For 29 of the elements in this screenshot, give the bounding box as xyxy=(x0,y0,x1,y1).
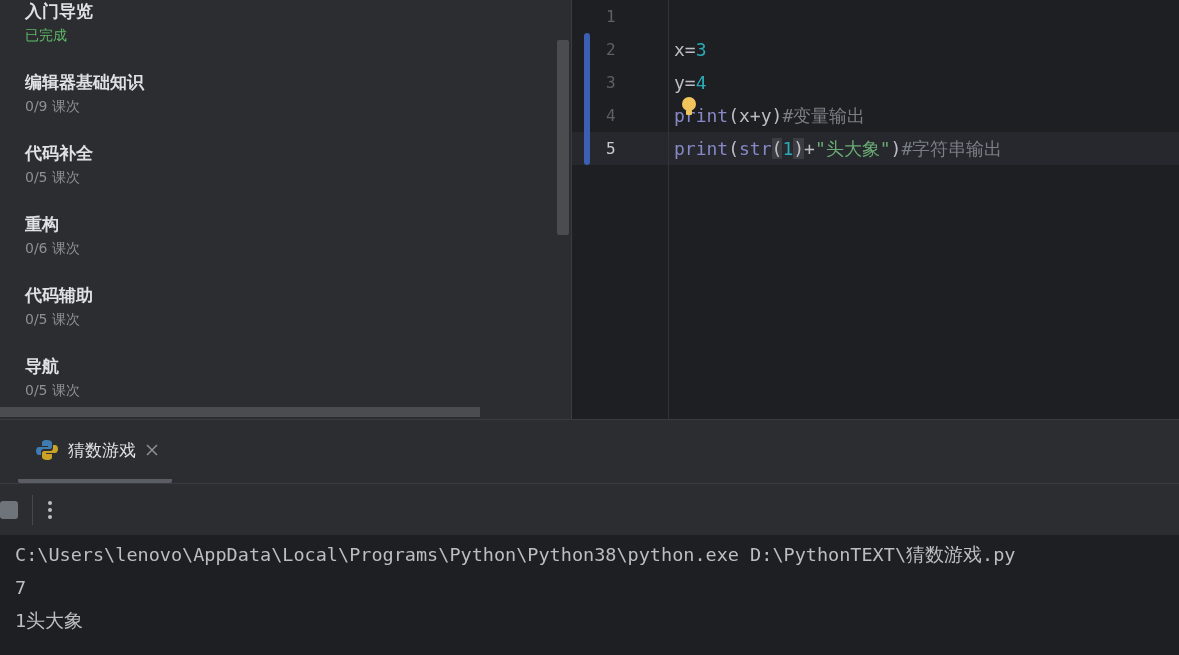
python-icon xyxy=(36,439,58,461)
code-line[interactable]: x=3 xyxy=(674,39,707,60)
lesson-title[interactable]: 代码补全 xyxy=(25,142,571,165)
console-output-line: 1头大象 xyxy=(15,609,85,633)
code-line[interactable]: y=4 xyxy=(674,72,707,93)
line-number: 5 xyxy=(606,139,616,158)
lesson-title[interactable]: 编辑器基础知识 xyxy=(25,71,571,94)
close-icon[interactable] xyxy=(146,444,158,456)
more-options-icon[interactable] xyxy=(47,499,53,520)
stop-button[interactable] xyxy=(0,500,18,519)
lesson-title[interactable]: 导航 xyxy=(25,355,571,378)
lesson-progress: 已完成 xyxy=(25,27,68,45)
lesson-progress: 0/9 课次 xyxy=(25,98,81,116)
lesson-title[interactable]: 入门导览 xyxy=(25,0,571,23)
console-output-line: 7 xyxy=(15,576,28,600)
vertical-scrollbar[interactable] xyxy=(557,40,569,235)
lesson-progress: 0/5 课次 xyxy=(25,382,81,400)
code-line[interactable]: print(x+y)#变量输出 xyxy=(674,103,866,128)
line-number: 1 xyxy=(606,7,616,26)
lesson-progress: 0/5 课次 xyxy=(25,311,81,329)
console-output-line: C:\Users\lenovo\AppData\Local\Programs\Python\Python38\python.exe D:\PythonTEXT\猜数游戏.py xyxy=(15,543,1017,567)
lesson-title[interactable]: 代码辅助 xyxy=(25,284,571,307)
lesson-progress: 0/5 课次 xyxy=(25,169,81,187)
line-number: 4 xyxy=(606,106,616,125)
lesson-progress: 0/6 课次 xyxy=(25,240,81,258)
lesson-title[interactable]: 重构 xyxy=(25,213,571,236)
line-number: 3 xyxy=(606,73,616,92)
horizontal-scrollbar[interactable] xyxy=(0,407,480,417)
line-number: 2 xyxy=(606,40,616,59)
